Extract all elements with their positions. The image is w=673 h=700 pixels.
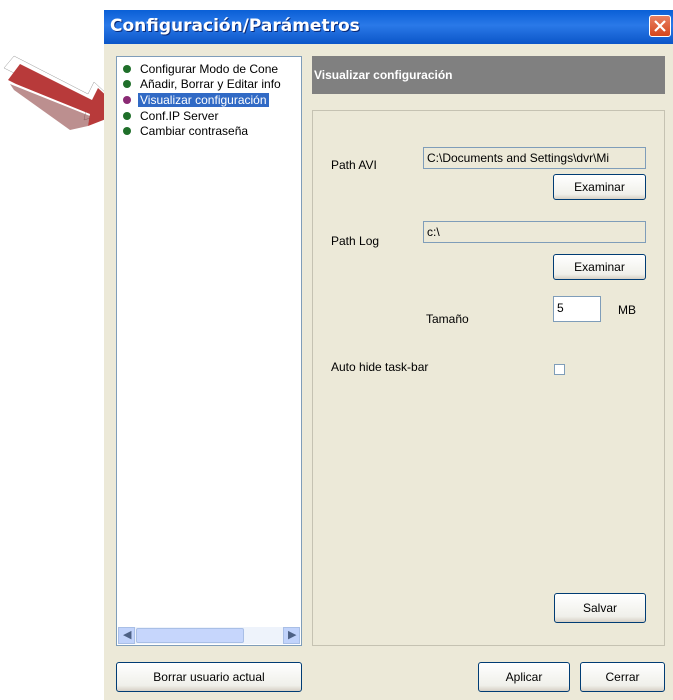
path-log-field[interactable]: c:\ <box>423 221 646 243</box>
close-button[interactable]: Cerrar <box>580 662 665 692</box>
bullet-icon <box>123 95 131 104</box>
tree-item-view-config[interactable]: Visualizar configuración <box>123 93 269 108</box>
scroll-right-button[interactable]: ▶ <box>283 627 300 644</box>
path-log-label: Path Log <box>331 234 380 248</box>
save-button[interactable]: Salvar <box>554 593 646 623</box>
tree-item-label: Configurar Modo de Cone <box>140 62 279 76</box>
config-window: Configuración/Parámetros Configurar Modo… <box>104 10 673 700</box>
scroll-thumb[interactable] <box>136 628 244 643</box>
bullet-icon <box>123 126 131 135</box>
bullet-icon <box>123 79 131 88</box>
tree-item-connection-mode[interactable]: Configurar Modo de Cone <box>123 62 280 77</box>
tree-item-label: Visualizar configuración <box>138 93 269 107</box>
window-title: Configuración/Parámetros <box>110 16 360 36</box>
tree-item-change-password[interactable]: Cambiar contraseña <box>123 124 250 139</box>
bullet-icon <box>123 111 131 120</box>
scroll-left-button[interactable]: ◀ <box>118 627 135 644</box>
bullet-icon <box>123 64 131 73</box>
autohide-label: Auto hide task-bar <box>331 360 429 374</box>
panel-header: Visualizar configuración <box>312 56 665 94</box>
settings-tree[interactable]: Configurar Modo de Cone Añadir, Borrar y… <box>116 56 302 646</box>
size-field[interactable]: 5 <box>553 296 601 322</box>
panel-title: Visualizar configuración <box>314 68 453 82</box>
tree-item-add-edit-info[interactable]: Añadir, Borrar y Editar info <box>123 77 283 92</box>
size-label: Tamaño <box>426 312 469 326</box>
horizontal-scrollbar[interactable]: ◀ ▶ <box>118 627 300 644</box>
apply-button[interactable]: Aplicar <box>478 662 570 692</box>
chevron-right-icon: ▶ <box>288 629 297 641</box>
chevron-left-icon: ◀ <box>123 629 132 641</box>
delete-user-button[interactable]: Borrar usuario actual <box>116 662 302 692</box>
tree-item-label: Conf.IP Server <box>140 109 219 123</box>
autohide-checkbox[interactable] <box>554 364 565 375</box>
path-avi-field[interactable]: C:\Documents and Settings\dvr\Mi <box>423 147 646 169</box>
size-unit: MB <box>618 303 636 317</box>
tree-item-label: Cambiar contraseña <box>140 124 249 138</box>
browse-log-button[interactable]: Examinar <box>553 254 646 280</box>
close-window-button[interactable] <box>649 15 671 37</box>
tree-item-ip-server[interactable]: Conf.IP Server <box>123 109 220 124</box>
path-avi-label: Path AVI <box>331 158 377 172</box>
browse-avi-button[interactable]: Examinar <box>553 174 646 200</box>
close-icon <box>654 20 666 32</box>
tree-item-label: Añadir, Borrar y Editar info <box>140 77 281 91</box>
title-bar: Configuración/Parámetros <box>104 10 673 44</box>
settings-panel: Path AVI C:\Documents and Settings\dvr\M… <box>312 110 665 646</box>
